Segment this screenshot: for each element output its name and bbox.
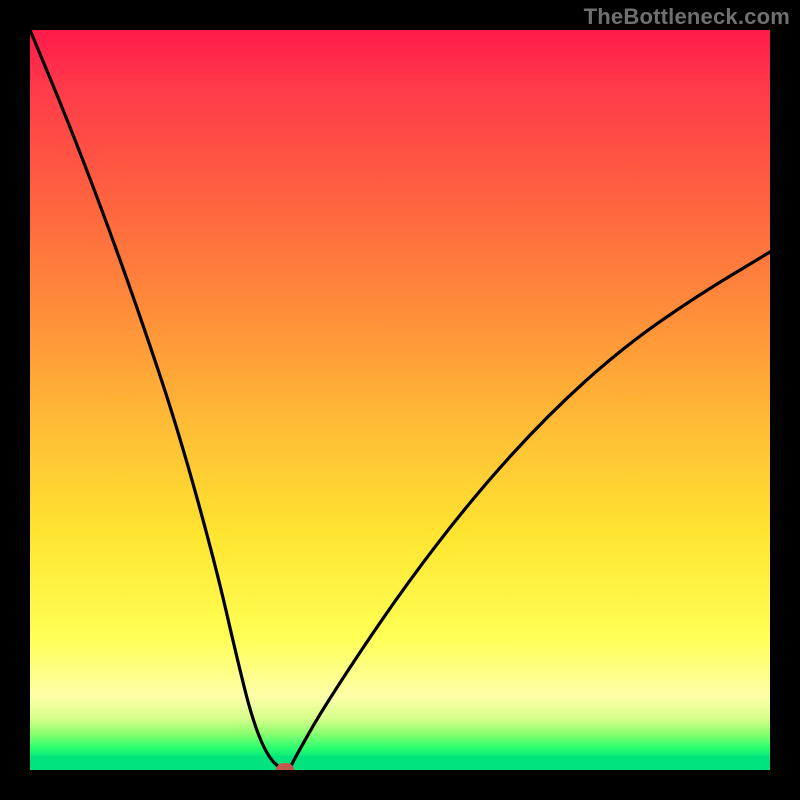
optimal-point-marker	[276, 763, 294, 770]
chart-container: TheBottleneck.com	[0, 0, 800, 800]
watermark-text: TheBottleneck.com	[584, 4, 790, 30]
curve-svg	[30, 30, 770, 770]
bottleneck-curve	[30, 30, 770, 770]
plot-area	[30, 30, 770, 770]
